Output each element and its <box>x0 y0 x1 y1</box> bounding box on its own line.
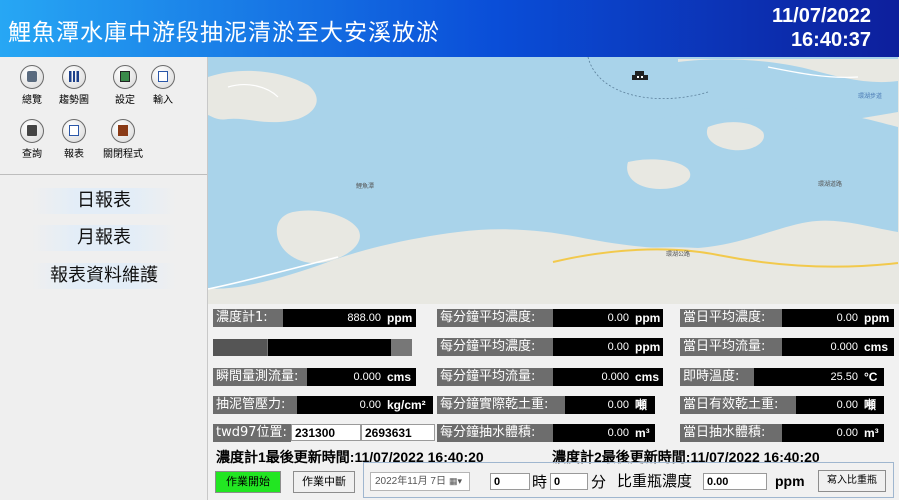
toolbar-exit[interactable]: 關閉程式 <box>95 119 151 160</box>
day-dry-label: 當日有效乾土重: <box>680 396 796 414</box>
density-unit: ppm <box>775 473 805 489</box>
per-min-flow-label: 每分鐘平均流量: <box>437 368 553 386</box>
day-vol-unit: m³ <box>862 424 884 442</box>
app-title: 鯉魚潭水庫中游段抽泥清淤至大安溪放淤 <box>8 20 440 46</box>
minute-label: 分 <box>591 474 607 491</box>
instant-flow-label: 瞬間量測流量: <box>213 368 307 386</box>
day-vol-value: 0.00 <box>782 424 862 442</box>
reservoir-map[interactable]: 鯉魚潭 環湖道路 環湖公路 環湖步道 <box>208 57 899 304</box>
pressure-label: 抽泥管壓力: <box>213 396 297 414</box>
meter1-label: 濃度計1: <box>213 309 283 327</box>
map-label-3: 環湖步道 <box>858 92 882 100</box>
day-flow-label: 當日平均流量: <box>680 338 782 356</box>
reservoir-map-image: 鯉魚潭 環湖道路 環湖公路 環湖步道 <box>208 57 899 304</box>
day-flow-value: 0.000 <box>782 338 862 356</box>
pressure-unit: kg/cm² <box>385 396 433 414</box>
pressure-value: 0.00 <box>297 396 385 414</box>
day-vol-label: 當日抽水體積: <box>680 424 782 442</box>
toolbar-overview[interactable]: 總覽 <box>10 65 54 106</box>
input-icon <box>151 65 175 89</box>
density-field[interactable]: 0.00 <box>703 473 767 490</box>
per-min-dry-label: 每分鐘實際乾土重: <box>437 396 565 414</box>
current-time: 16:40:37 <box>790 29 871 51</box>
title-bar: 鯉魚潭水庫中游段抽泥清淤至大安溪放淤 11/07/2022 16:40:37 <box>0 0 899 57</box>
date-picker-value: 2022年11月 7日 <box>375 476 446 487</box>
sidebar-divider <box>0 174 207 175</box>
meter1-value: 888.00 <box>283 309 385 327</box>
per-min-conc2-value: 0.00 <box>553 338 633 356</box>
meter-progress-bar <box>213 339 412 356</box>
per-min-vol-value: 0.00 <box>553 424 633 442</box>
query-icon <box>20 119 44 143</box>
day-dry-value: 0.00 <box>796 396 862 414</box>
meter-progress-track <box>268 339 391 356</box>
report-icon <box>62 119 86 143</box>
report-maintenance-link[interactable]: 報表資料維護 <box>32 263 176 289</box>
per-min-vol-unit: m³ <box>633 424 655 442</box>
trend-chart-icon <box>62 65 86 89</box>
toolbar-exit-label: 關閉程式 <box>103 149 143 160</box>
minute-field[interactable]: 0 <box>550 473 588 490</box>
toolbar-query[interactable]: 查詢 <box>10 119 54 160</box>
twd97-x-field[interactable]: 231300 <box>291 424 361 441</box>
day-conc-label: 當日平均濃度: <box>680 309 782 327</box>
datetime-display: 11/07/2022 16:40:37 <box>711 4 871 52</box>
meter1-unit: ppm <box>385 309 416 327</box>
calendar-icon: ▦▾ <box>448 476 462 486</box>
twd97-label: twd97位置: <box>213 424 291 442</box>
per-min-flow-value: 0.000 <box>553 368 633 386</box>
toolbar-query-label: 查詢 <box>22 149 42 160</box>
temp-value: 25.50 <box>754 368 862 386</box>
instant-flow-unit: cms <box>385 368 416 386</box>
temp-label: 即時溫度: <box>680 368 754 386</box>
daily-report-link[interactable]: 日報表 <box>32 188 176 214</box>
settings-icon <box>113 65 137 89</box>
toolbar-input-label: 輸入 <box>153 95 173 106</box>
toolbar-report[interactable]: 報表 <box>52 119 96 160</box>
per-min-conc2-unit: ppm <box>633 338 663 356</box>
meter-progress-fill <box>213 339 267 356</box>
exit-icon <box>111 119 135 143</box>
per-min-flow-unit: cms <box>633 368 663 386</box>
current-date: 11/07/2022 <box>772 5 871 27</box>
toolbar-report-label: 報表 <box>64 149 84 160</box>
start-operation-button[interactable]: 作業開始 <box>215 471 281 493</box>
day-conc-unit: ppm <box>862 309 894 327</box>
sidebar: 總覽 趨勢圖 設定 輸入 查詢 報表 關閉程式 日報表 月報表 報表資料維護 <box>0 57 208 500</box>
date-picker[interactable]: 2022年11月 7日 ▦▾ <box>370 472 470 491</box>
per-min-dry-unit: 噸 <box>633 396 655 414</box>
instant-flow-value: 0.000 <box>307 368 385 386</box>
day-conc-value: 0.00 <box>782 309 862 327</box>
per-min-conc1-value: 0.00 <box>553 309 633 327</box>
write-density-button[interactable]: 寫入比重瓶 <box>818 470 886 492</box>
day-flow-unit: cms <box>862 338 894 356</box>
twd97-y-field[interactable]: 2693631 <box>361 424 435 441</box>
stop-operation-button[interactable]: 作業中斷 <box>293 471 355 493</box>
density-label: 比重瓶濃度 <box>617 472 693 490</box>
map-label-0: 鯉魚潭 <box>356 182 374 190</box>
per-min-conc2-label: 每分鐘平均濃度: <box>437 338 553 356</box>
day-dry-unit: 噸 <box>862 396 884 414</box>
per-min-conc1-label: 每分鐘平均濃度: <box>437 309 553 327</box>
overview-icon <box>20 65 44 89</box>
temp-unit: °C <box>862 368 884 386</box>
toolbar-input[interactable]: 輸入 <box>141 65 185 106</box>
per-min-vol-label: 每分鐘抽水體積: <box>437 424 553 442</box>
map-label-2: 環湖公路 <box>666 250 690 258</box>
toolbar-trend[interactable]: 趨勢圖 <box>52 65 96 106</box>
toolbar-overview-label: 總覽 <box>22 95 42 106</box>
monthly-report-link[interactable]: 月報表 <box>32 225 176 251</box>
map-label-1: 環湖道路 <box>818 180 842 188</box>
hour-label: 時 <box>532 474 548 491</box>
toolbar-trend-label: 趨勢圖 <box>59 95 89 106</box>
per-min-dry-value: 0.00 <box>565 396 633 414</box>
hour-field[interactable]: 0 <box>490 473 530 490</box>
data-panel: 濃度計1: 888.00 ppm 瞬間量測流量: 0.000 cms 抽泥管壓力… <box>208 304 899 500</box>
per-min-conc1-unit: ppm <box>633 309 663 327</box>
